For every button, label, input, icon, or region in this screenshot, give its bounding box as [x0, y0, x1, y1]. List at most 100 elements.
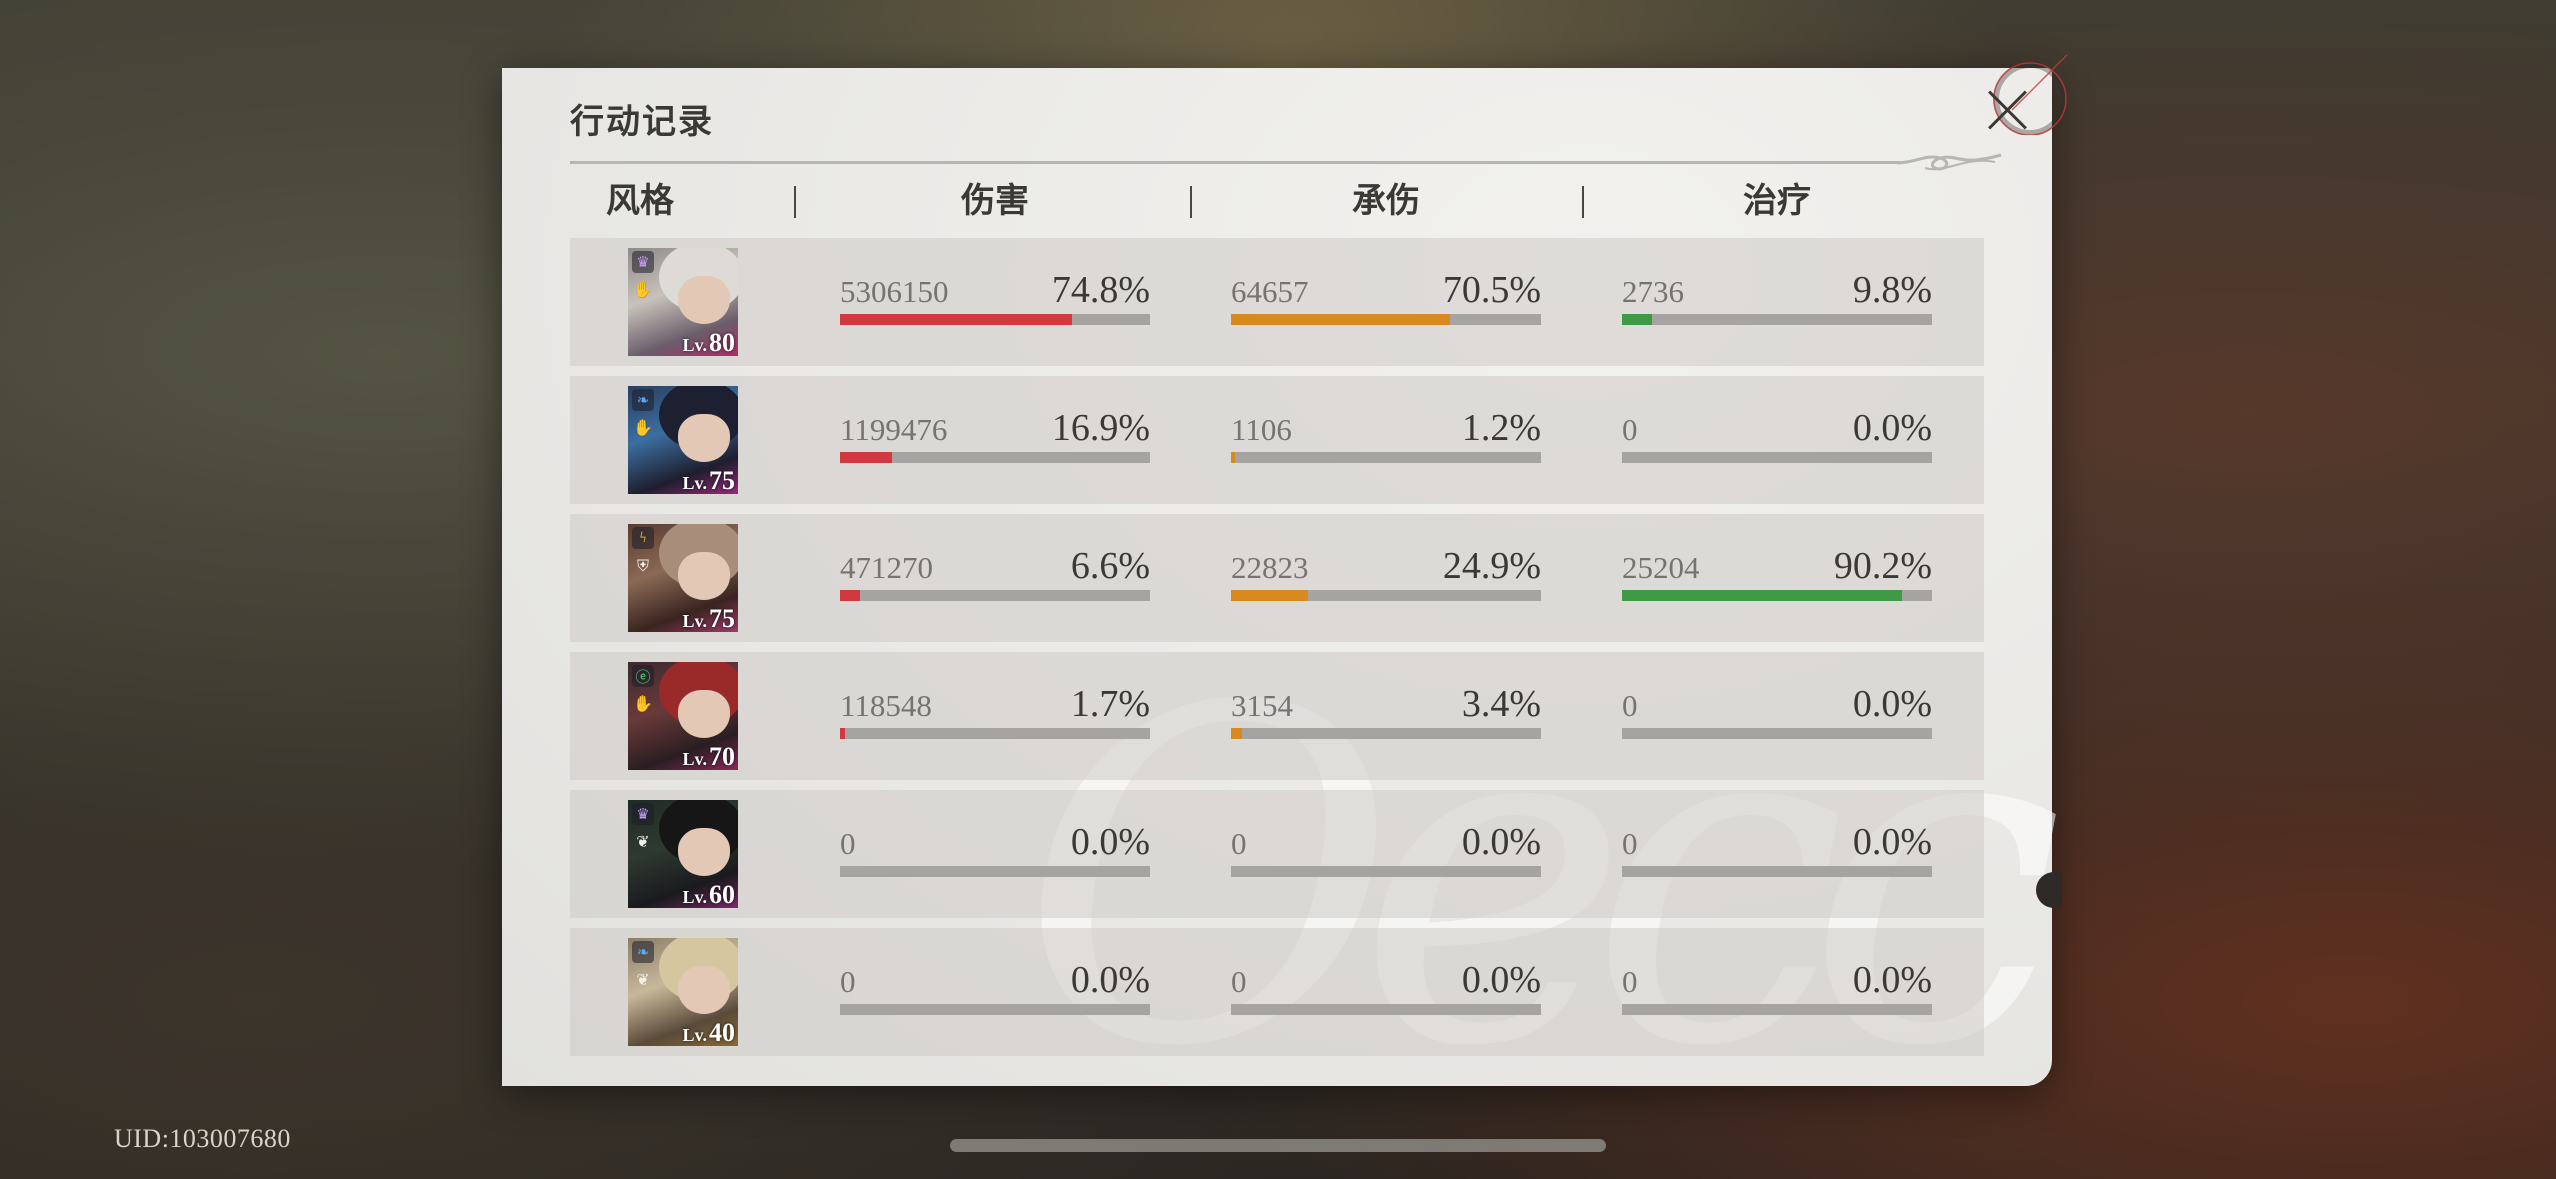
level-label: Lv.75 — [682, 466, 735, 494]
level-label: Lv.60 — [682, 880, 735, 908]
level-label: Lv.80 — [682, 328, 735, 356]
column-header-heal: 治疗 — [1743, 183, 1811, 220]
heal-percent: 0.0% — [1852, 407, 1932, 449]
taken-value: 0 — [1231, 826, 1247, 861]
crown-icon: ♛ — [632, 251, 654, 273]
heal-percent: 90.2% — [1833, 545, 1932, 587]
lightning-icon: ϟ — [632, 527, 654, 549]
heal-value: 2736 — [1622, 274, 1684, 309]
level-label: Lv.40 — [682, 1018, 735, 1046]
heal-value: 0 — [1622, 688, 1638, 723]
taken-percent: 3.4% — [1461, 683, 1541, 725]
header-divider — [794, 186, 796, 218]
taken-value: 64657 — [1231, 274, 1309, 309]
taken-percent: 24.9% — [1442, 545, 1541, 587]
character-portrait[interactable]: ϟ ⛨ Lv.75 — [628, 524, 738, 632]
taken-bar — [1231, 314, 1541, 325]
damage-stat: 471270 6.6% — [840, 514, 1150, 642]
damage-value: 471270 — [840, 550, 933, 585]
damage-bar — [840, 590, 1150, 601]
damage-value: 118548 — [840, 688, 932, 723]
taken-percent: 1.2% — [1461, 407, 1541, 449]
panel-title: 行动记录 — [570, 104, 714, 141]
damage-value: 0 — [840, 964, 856, 999]
damage-bar — [840, 314, 1150, 325]
crown-icon: ♛ — [632, 803, 654, 825]
heal-bar — [1622, 452, 1932, 463]
damage-bar — [840, 866, 1150, 877]
column-header-style: 风格 — [606, 183, 674, 220]
taken-value: 3154 — [1231, 688, 1293, 723]
taken-bar — [1231, 728, 1541, 739]
damage-stat: 0 0.0% — [840, 928, 1150, 1056]
character-row[interactable]: ❧ ✋ Lv.75 1199476 16.9% 1106 1.2% 0 0.0% — [570, 376, 1984, 504]
damage-bar-fill — [840, 728, 846, 739]
heal-bar — [1622, 1004, 1932, 1015]
damage-percent: 1.7% — [1070, 683, 1150, 725]
column-header-taken: 承伤 — [1352, 183, 1420, 220]
header-divider — [1582, 186, 1584, 218]
title-divider — [570, 161, 1900, 164]
damage-stat: 0 0.0% — [840, 790, 1150, 918]
heal-stat: 0 0.0% — [1622, 652, 1932, 780]
damage-value: 1199476 — [840, 412, 948, 447]
damage-percent: 6.6% — [1070, 545, 1150, 587]
leaf-icon: ⓔ — [632, 665, 654, 687]
heal-value: 0 — [1622, 964, 1638, 999]
damage-percent: 0.0% — [1070, 959, 1150, 1001]
heal-bar — [1622, 866, 1932, 877]
damage-bar — [840, 1004, 1150, 1015]
heal-percent: 0.0% — [1852, 959, 1932, 1001]
damage-bar-fill — [840, 590, 861, 601]
hand-icon: ✋ — [633, 282, 653, 299]
character-portrait[interactable]: ❧ ❦ Lv.40 — [628, 938, 738, 1046]
taken-value: 0 — [1231, 964, 1247, 999]
taken-stat: 3154 3.4% — [1231, 652, 1541, 780]
heal-value: 0 — [1622, 826, 1638, 861]
wings-icon: ❦ — [636, 834, 650, 851]
damage-bar — [840, 728, 1150, 739]
taken-value: 1106 — [1231, 412, 1292, 447]
damage-value: 5306150 — [840, 274, 949, 309]
hand-icon: ✋ — [633, 696, 653, 713]
heal-value: 25204 — [1622, 550, 1700, 585]
character-row[interactable]: ♛ ✋ Lv.80 5306150 74.8% 64657 70.5% 2736… — [570, 238, 1984, 366]
level-label: Lv.75 — [682, 604, 735, 632]
damage-stat: 118548 1.7% — [840, 652, 1150, 780]
damage-stat: 1199476 16.9% — [840, 376, 1150, 504]
character-portrait[interactable]: ⓔ ✋ Lv.70 — [628, 662, 738, 770]
heal-stat: 0 0.0% — [1622, 790, 1932, 918]
character-portrait[interactable]: ♛ ✋ Lv.80 — [628, 248, 738, 356]
home-indicator[interactable] — [950, 1139, 1606, 1152]
character-row[interactable]: ❧ ❦ Lv.40 0 0.0% 0 0.0% 0 0.0% — [570, 928, 1984, 1056]
taken-bar-fill — [1231, 452, 1235, 463]
hand-icon: ✋ — [633, 420, 653, 437]
damage-bar-fill — [840, 314, 1072, 325]
taken-percent: 0.0% — [1461, 959, 1541, 1001]
taken-stat: 64657 70.5% — [1231, 238, 1541, 366]
character-portrait[interactable]: ❧ ✋ Lv.75 — [628, 386, 738, 494]
character-portrait[interactable]: ♛ ❦ Lv.60 — [628, 800, 738, 908]
table-header: 风格 伤害 承伤 治疗 — [570, 178, 1984, 226]
character-row[interactable]: ϟ ⛨ Lv.75 471270 6.6% 22823 24.9% 25204 … — [570, 514, 1984, 642]
close-button[interactable] — [1986, 88, 2030, 132]
taken-bar-fill — [1231, 314, 1450, 325]
taken-value: 22823 — [1231, 550, 1309, 585]
taken-percent: 70.5% — [1442, 269, 1541, 311]
damage-stat: 5306150 74.8% — [840, 238, 1150, 366]
taken-stat: 1106 1.2% — [1231, 376, 1541, 504]
taken-bar-fill — [1231, 728, 1242, 739]
taken-stat: 0 0.0% — [1231, 928, 1541, 1056]
character-row[interactable]: ♛ ❦ Lv.60 0 0.0% 0 0.0% 0 0.0% — [570, 790, 1984, 918]
heal-percent: 0.0% — [1852, 821, 1932, 863]
heal-stat: 25204 90.2% — [1622, 514, 1932, 642]
character-row[interactable]: ⓔ ✋ Lv.70 118548 1.7% 3154 3.4% 0 0.0% — [570, 652, 1984, 780]
level-label: Lv.70 — [682, 742, 735, 770]
damage-percent: 16.9% — [1051, 407, 1150, 449]
heal-stat: 0 0.0% — [1622, 376, 1932, 504]
heal-value: 0 — [1622, 412, 1638, 447]
damage-percent: 74.8% — [1051, 269, 1150, 311]
taken-bar — [1231, 866, 1541, 877]
heal-percent: 9.8% — [1852, 269, 1932, 311]
feather-icon: ❧ — [632, 941, 654, 963]
